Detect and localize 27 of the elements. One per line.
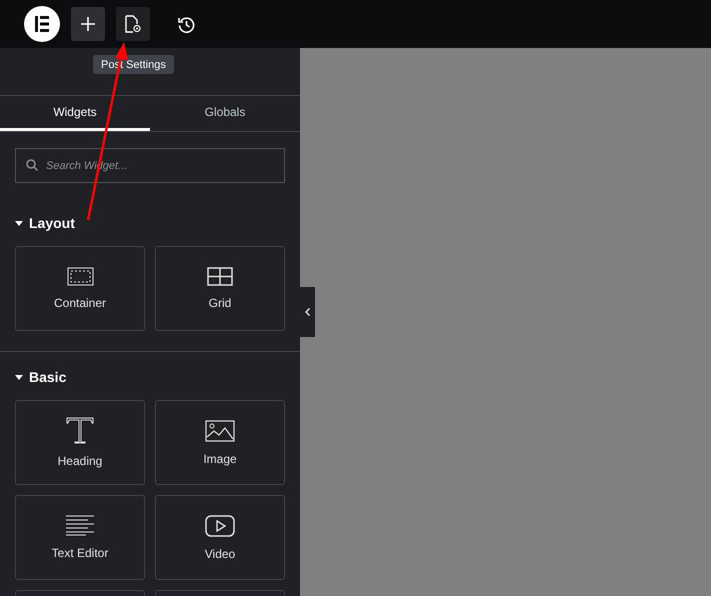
widget-card[interactable]: Grid [155, 246, 285, 331]
plus-icon [81, 17, 95, 31]
page-gear-icon [125, 15, 141, 33]
panel-tab[interactable]: Widgets [0, 96, 150, 131]
dashed-frame-icon [66, 267, 94, 286]
widget-card[interactable]: Heading [15, 400, 145, 485]
letter-t-icon [66, 417, 94, 444]
caret-icon [15, 374, 23, 380]
widget-card[interactable]: Container [15, 246, 145, 331]
page-settings-button[interactable] [116, 7, 150, 41]
grid-icon [207, 267, 233, 286]
chevron-left-icon [305, 308, 310, 316]
section-heading[interactable]: Basic [15, 369, 66, 385]
play-icon [205, 514, 235, 536]
image-icon [205, 420, 235, 442]
widget-card[interactable]: Image [155, 400, 285, 485]
collapse-handle[interactable] [300, 287, 315, 337]
widget-card[interactable]: Text Editor [15, 495, 145, 580]
add-button[interactable] [71, 7, 105, 41]
search-icon [26, 159, 38, 171]
history-icon [178, 16, 194, 32]
section-heading[interactable]: Layout [15, 215, 75, 231]
logo-icon[interactable] [24, 6, 60, 42]
text-lines-icon [65, 515, 95, 536]
panel-tab[interactable]: Globals [150, 96, 300, 131]
caret-icon [15, 220, 23, 226]
widget-card[interactable]: Video [155, 495, 285, 580]
